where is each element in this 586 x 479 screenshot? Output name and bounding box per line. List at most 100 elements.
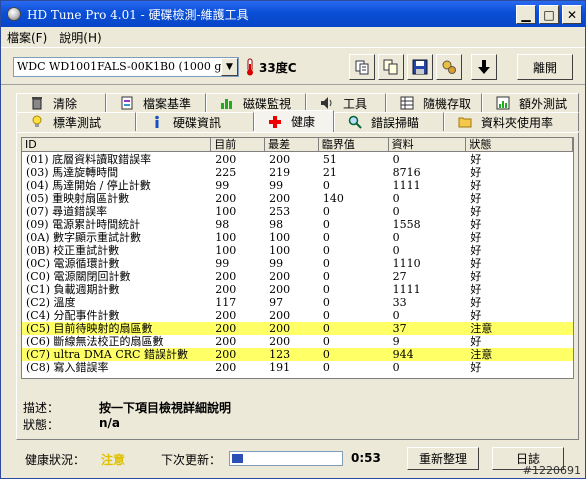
table-row[interactable]: (05) 重映射扇區計數 200 200 140 0 好 bbox=[22, 192, 573, 205]
table-cell-thr: 0 bbox=[322, 296, 330, 309]
tab-error-scan[interactable]: 錯誤掃瞄 bbox=[334, 112, 444, 131]
drive-select[interactable]: WDC WD1001FALS-00K1B0 (1000 gB) ▼ bbox=[13, 57, 239, 77]
tab-extra-tests[interactable]: 額外測試 bbox=[482, 93, 579, 112]
description-value: 按一下項目檢視詳細說明 bbox=[99, 401, 232, 415]
tab-random-access[interactable]: 隨機存取 bbox=[386, 93, 482, 112]
table-cell-worst: 200 bbox=[269, 192, 291, 205]
table-row[interactable]: (C0) 電源關閉回計數 200 200 0 27 好 bbox=[22, 270, 573, 283]
status-bar: 健康狀況： 注意 下次更新： 0:53 重新整理 日誌 #1220691 bbox=[1, 443, 585, 479]
menu-file[interactable]: 檔案(F) bbox=[1, 29, 53, 46]
table-cell-worst: 100 bbox=[269, 231, 291, 244]
table-row[interactable]: (C5) 目前待映射的扇區數 200 200 0 37 注意 bbox=[22, 322, 573, 335]
table-row[interactable]: (C4) 分配事件計數 200 200 0 0 好 bbox=[22, 309, 573, 322]
table-cell-id: (C5) 目前待映射的扇區數 bbox=[26, 322, 153, 335]
table-cell-status: 好 bbox=[470, 309, 482, 322]
table-cell-worst: 200 bbox=[269, 322, 291, 335]
table-cell-data: 1111 bbox=[392, 283, 421, 296]
table-cell-cur: 200 bbox=[215, 283, 237, 296]
bar-chart-icon bbox=[219, 95, 235, 111]
table-cell-id: (C7) ultra DMA CRC 錯誤計數 bbox=[26, 348, 188, 361]
table-row[interactable]: (C8) 寫入錯誤率 200 191 0 0 好 bbox=[22, 361, 573, 374]
column-header[interactable]: 臨界值 bbox=[318, 138, 389, 152]
table-row[interactable]: (03) 馬達旋轉時間 225 219 21 8716 好 bbox=[22, 166, 573, 179]
table-row[interactable]: (01) 底層資料讀取錯誤率 200 200 51 0 好 bbox=[22, 153, 573, 166]
save-button[interactable] bbox=[407, 54, 433, 80]
maximize-button[interactable]: □ bbox=[539, 5, 559, 24]
table-row[interactable]: (C6) 斷線無法校正的扇區數 200 200 0 9 好 bbox=[22, 335, 573, 348]
smart-table[interactable]: ID 目前 最差 臨界值 資料 狀態 (01) 底層資料讀取錯誤率 200 200 5… bbox=[21, 137, 574, 379]
options-button[interactable] bbox=[436, 54, 462, 80]
column-header[interactable]: 資料 bbox=[388, 138, 467, 152]
table-cell-worst: 191 bbox=[269, 361, 291, 374]
tab-folder-usage[interactable]: 資料夾使用率 bbox=[444, 112, 579, 131]
minimize-icon: ▁ bbox=[521, 7, 531, 22]
table-row[interactable]: (0B) 校正重試計數 100 100 0 0 好 bbox=[22, 244, 573, 257]
table-cell-id: (07) 尋道錯誤率 bbox=[26, 205, 108, 218]
tab-label: 標準測試 bbox=[53, 115, 102, 130]
table-row[interactable]: (C2) 溫度 117 97 0 33 好 bbox=[22, 296, 573, 309]
table-cell-status: 好 bbox=[470, 192, 482, 205]
table-cell-thr: 0 bbox=[322, 244, 330, 257]
table-cell-worst: 99 bbox=[269, 257, 284, 270]
tab-health[interactable]: 健康 bbox=[254, 110, 334, 132]
table-cell-status: 注意 bbox=[470, 348, 493, 361]
table-cell-status: 好 bbox=[470, 361, 482, 374]
red-cross-icon bbox=[267, 114, 283, 130]
tab-label: 資料夾使用率 bbox=[481, 115, 554, 130]
progress-fill bbox=[232, 454, 243, 463]
table-cell-thr: 0 bbox=[322, 257, 330, 270]
table-cell-worst: 200 bbox=[269, 270, 291, 283]
chevron-down-icon[interactable]: ▼ bbox=[221, 58, 238, 76]
temperature-readout: 33度C bbox=[259, 61, 297, 75]
tab-hdd-info[interactable]: 硬碟資訊 bbox=[136, 112, 254, 131]
column-header[interactable]: 最差 bbox=[265, 138, 319, 152]
table-cell-data: 0 bbox=[392, 205, 400, 218]
table-row[interactable]: (0A) 數字顯示重試計數 100 100 0 0 好 bbox=[22, 231, 573, 244]
tab-benchmark[interactable]: 標準測試 bbox=[16, 112, 136, 131]
health-panel: ID 目前 最差 臨界值 資料 狀態 (01) 底層資料讀取錯誤率 200 200 5… bbox=[16, 132, 579, 440]
column-header[interactable]: ID bbox=[22, 138, 212, 152]
table-row[interactable]: (07) 尋道錯誤率 100 253 0 0 好 bbox=[22, 205, 573, 218]
column-header[interactable]: 狀態 bbox=[466, 138, 573, 152]
refresh-button[interactable]: 重新整理 bbox=[407, 447, 479, 470]
table-row[interactable]: (C7) ultra DMA CRC 錯誤計數 200 123 0 944 注意 bbox=[22, 348, 573, 361]
table-cell-thr: 0 bbox=[322, 231, 330, 244]
table-cell-cur: 100 bbox=[215, 244, 237, 257]
title-bar[interactable]: HD Tune Pro 4.01 - 硬碟檢測-維護工具 ▁ □ ✕ bbox=[1, 1, 585, 27]
table-row[interactable]: (C1) 負載週期計數 200 200 0 1111 好 bbox=[22, 283, 573, 296]
table-cell-cur: 225 bbox=[215, 166, 237, 179]
column-header[interactable]: 目前 bbox=[211, 138, 266, 152]
grid-icon bbox=[399, 95, 415, 111]
tab-label: 健康 bbox=[291, 115, 316, 129]
menu-bar: 檔案(F) 說明(H) bbox=[1, 27, 585, 47]
tab-file-benchmark[interactable]: 檔案基準 bbox=[106, 93, 206, 112]
table-cell-cur: 100 bbox=[215, 231, 237, 244]
table-cell-data: 0 bbox=[392, 244, 400, 257]
exit-button[interactable]: 離開 bbox=[517, 54, 573, 80]
tab-row-bottom: 標準測試 硬碟資訊 健康 錯誤掃瞄 資料夾使用率 bbox=[16, 110, 579, 132]
table-cell-cur: 200 bbox=[215, 322, 237, 335]
menu-help[interactable]: 說明(H) bbox=[53, 29, 107, 46]
table-row[interactable]: (09) 電源累計時間統計 98 98 0 1558 好 bbox=[22, 218, 573, 231]
table-cell-cur: 200 bbox=[215, 153, 237, 166]
table-cell-thr: 0 bbox=[322, 218, 330, 231]
tab-label: 硬碟資訊 bbox=[173, 115, 222, 130]
table-row[interactable]: (0C) 電源循環計數 99 99 0 1110 好 bbox=[22, 257, 573, 270]
copy-info-button[interactable] bbox=[349, 54, 375, 80]
download-button[interactable] bbox=[471, 54, 497, 80]
minimize-button[interactable]: ▁ bbox=[516, 5, 536, 24]
table-row[interactable]: (04) 馬達開始 / 停止計數 99 99 0 1111 好 bbox=[22, 179, 573, 192]
table-cell-worst: 123 bbox=[269, 348, 291, 361]
table-cell-cur: 200 bbox=[215, 361, 237, 374]
tab-erase[interactable]: 清除 bbox=[16, 93, 106, 112]
disk-icon bbox=[7, 7, 21, 21]
copy-all-button[interactable] bbox=[378, 54, 404, 80]
close-button[interactable]: ✕ bbox=[562, 5, 582, 24]
table-cell-data: 1558 bbox=[392, 218, 421, 231]
table-cell-data: 37 bbox=[392, 322, 407, 335]
arrow-down-icon bbox=[478, 60, 490, 74]
table-cell-worst: 200 bbox=[269, 153, 291, 166]
table-cell-status: 好 bbox=[470, 205, 482, 218]
table-cell-id: (0A) 數字顯示重試計數 bbox=[26, 231, 142, 244]
table-cell-id: (C1) 負載週期計數 bbox=[26, 283, 120, 296]
